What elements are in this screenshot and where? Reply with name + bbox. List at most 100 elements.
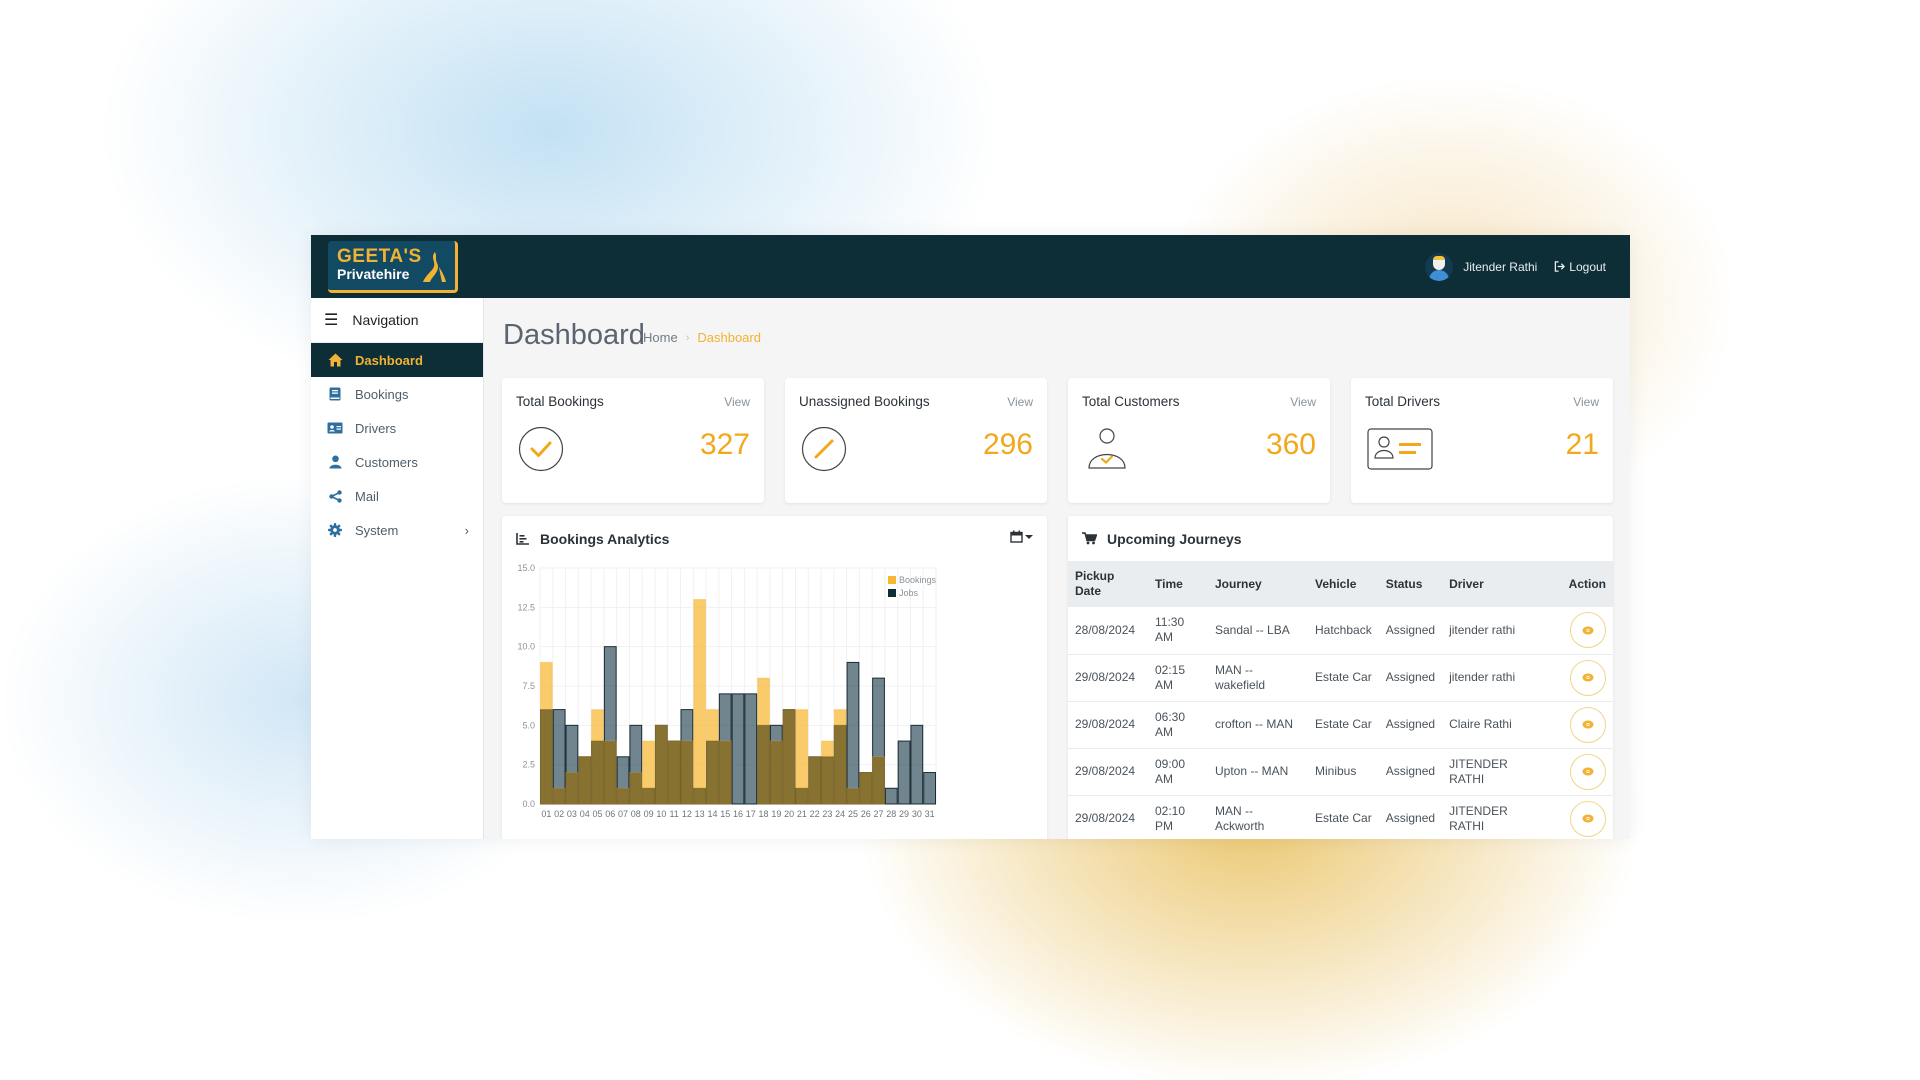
- eye-icon: [1582, 720, 1594, 729]
- stat-card-unassigned-bookings: Unassigned Bookings View 296: [785, 378, 1047, 503]
- legend-swatch-bookings: [888, 576, 896, 584]
- cell-date: 28/08/2024: [1068, 607, 1148, 655]
- view-journey-button[interactable]: [1570, 612, 1606, 649]
- view-link[interactable]: View: [1573, 395, 1599, 409]
- legend-label-jobs: Jobs: [899, 588, 919, 598]
- nav-header[interactable]: ☰ Navigation: [311, 298, 483, 343]
- sidebar-item-bookings[interactable]: Bookings: [311, 377, 483, 411]
- breadcrumb-separator-icon: ›: [685, 331, 690, 344]
- x-tick-label: 03: [567, 809, 577, 819]
- breadcrumb-home[interactable]: Home: [643, 330, 678, 345]
- cell-status: Assigned: [1378, 748, 1443, 796]
- bar-overlap: [553, 788, 566, 804]
- view-link[interactable]: View: [1290, 395, 1316, 409]
- road-icon: [423, 251, 446, 282]
- cell-vehicle: Minibus: [1308, 748, 1379, 796]
- nav-title: Navigation: [352, 312, 419, 328]
- caret-down-icon: [1025, 534, 1033, 539]
- bar-jobs: [923, 772, 936, 805]
- calendar-icon: [1010, 530, 1023, 543]
- logout-label: Logout: [1569, 259, 1606, 274]
- x-tick-label: 18: [759, 809, 769, 819]
- sidebar-item-label: Bookings: [355, 386, 409, 402]
- view-link[interactable]: View: [1007, 395, 1033, 409]
- eye-icon: [1582, 814, 1594, 823]
- bar-overlap: [706, 741, 719, 804]
- view-journey-button[interactable]: [1570, 800, 1606, 837]
- hamburger-icon[interactable]: ☰: [324, 310, 338, 330]
- page-title: Dashboard: [503, 319, 645, 351]
- bar-overlap: [859, 772, 872, 804]
- bar-overlap: [783, 709, 795, 804]
- brand-logo[interactable]: GEETA'S Privatehire: [328, 240, 458, 293]
- bar-overlap: [719, 741, 732, 804]
- column-header-status[interactable]: Status: [1379, 561, 1442, 607]
- x-tick-label: 17: [746, 809, 756, 819]
- bar-overlap: [821, 756, 834, 804]
- column-header-journey[interactable]: Journey: [1208, 561, 1308, 607]
- sidebar-item-label: Customers: [355, 454, 418, 470]
- stat-value: 360: [1265, 428, 1316, 461]
- y-tick-label: 5.0: [522, 720, 535, 730]
- bar-overlap: [578, 756, 591, 804]
- sidebar-item-dashboard[interactable]: Dashboard: [311, 343, 483, 377]
- bookings-chart: 0.0 2.5 5.0 7.5 10.0 12.5 15.0 01 02 03 04 05 06 07 08…: [517, 563, 936, 819]
- bar-jobs: [846, 661, 860, 805]
- sidebar-item-system[interactable]: System ›: [311, 513, 483, 547]
- stat-value: 296: [982, 428, 1033, 461]
- x-tick-label: 23: [822, 809, 832, 819]
- cell-status: Assigned: [1378, 607, 1443, 655]
- column-header-pickup-date[interactable]: Pickup Date: [1068, 561, 1148, 607]
- bar-overlap: [847, 788, 859, 804]
- y-tick-label: 2.5: [522, 760, 535, 770]
- x-tick-label: 10: [656, 809, 666, 819]
- bar-overlap: [681, 741, 693, 804]
- column-header-action: Action: [1568, 576, 1606, 591]
- breadcrumb-current: Dashboard: [697, 330, 761, 345]
- x-tick-label: 30: [912, 809, 922, 819]
- x-tick-label: 13: [695, 809, 705, 819]
- column-header-time[interactable]: Time: [1148, 561, 1208, 607]
- share-icon: [327, 488, 343, 504]
- cell-vehicle: Hatchback: [1308, 607, 1379, 655]
- stat-card-total-bookings: Total Bookings View 327: [502, 378, 764, 503]
- avatar[interactable]: [1425, 252, 1454, 281]
- panel-title: Bookings Analytics: [540, 530, 670, 547]
- sidebar-item-customers[interactable]: Customers: [311, 445, 483, 479]
- table-row: 29/08/2024 06:30 AM crofton -- MAN Estate C…: [1068, 701, 1613, 749]
- x-tick-label: 27: [874, 809, 884, 819]
- x-tick-label: 16: [733, 809, 743, 819]
- check-circle-icon: [518, 426, 564, 472]
- sidebar-item-drivers[interactable]: Drivers: [311, 411, 483, 445]
- bar-bookings: [693, 598, 707, 805]
- logout-button[interactable]: Logout: [1554, 260, 1606, 274]
- column-header-vehicle[interactable]: Vehicle: [1308, 561, 1379, 607]
- sidebar-item-label: Mail: [355, 488, 379, 504]
- cell-journey: crofton -- MAN: [1208, 701, 1308, 749]
- book-icon: [327, 386, 343, 402]
- x-tick-label: 26: [861, 809, 871, 819]
- view-journey-button[interactable]: [1570, 659, 1606, 696]
- column-header-driver[interactable]: Driver: [1442, 561, 1542, 607]
- x-tick-label: 22: [810, 809, 820, 819]
- panel-header: Upcoming Journeys: [1068, 516, 1613, 561]
- x-tick-label: 28: [886, 809, 896, 819]
- cell-driver: jitender rathi: [1442, 607, 1543, 655]
- cell-status: Assigned: [1378, 654, 1443, 702]
- bar-overlap: [540, 709, 553, 804]
- view-link[interactable]: View: [724, 395, 750, 409]
- x-tick-label: 15: [720, 809, 730, 819]
- stat-title: Total Bookings: [516, 394, 604, 409]
- sidebar: ☰ Navigation Dashboard Bookings Drivers: [311, 298, 484, 839]
- sidebar-item-mail[interactable]: Mail: [311, 479, 483, 513]
- view-journey-button[interactable]: [1570, 706, 1606, 743]
- view-journey-button[interactable]: [1570, 753, 1606, 790]
- date-filter-button[interactable]: [1010, 530, 1033, 543]
- journeys-table: Pickup Date Time Journey Vehicle Status …: [1068, 561, 1613, 839]
- cell-driver: jitender rathi: [1442, 654, 1543, 702]
- sidebar-item-label: System: [355, 522, 399, 538]
- y-tick-label: 7.5: [522, 681, 535, 691]
- cell-date: 29/08/2024: [1068, 701, 1148, 749]
- bar-overlap: [591, 741, 604, 804]
- user-name[interactable]: Jitender Rathi: [1463, 260, 1537, 274]
